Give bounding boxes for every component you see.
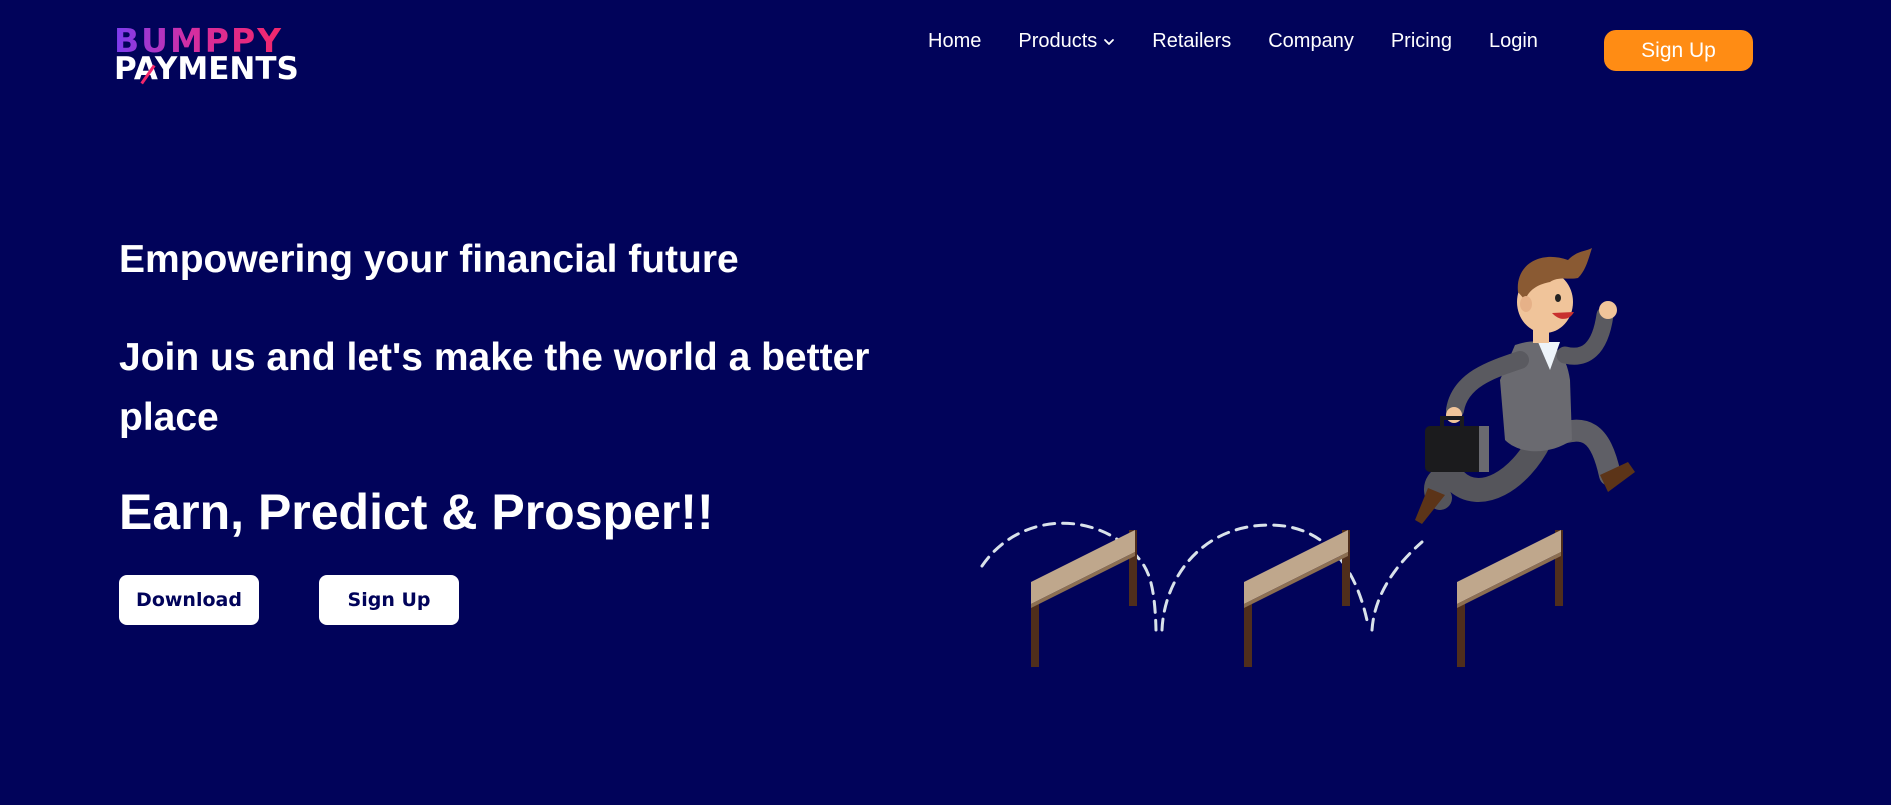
bumppy-payments-logo[interactable]: BUMPPY PAYMENTS: [114, 24, 314, 85]
nav-login-label: Login: [1488, 30, 1538, 52]
nav-pricing-label: Pricing: [1390, 30, 1452, 52]
hurdle-jumper-illustration: [980, 248, 1635, 667]
landing-page: BUMPPY PAYMENTS Home Products Retailers …: [0, 0, 1891, 805]
nav-retailers[interactable]: Retailers: [1152, 30, 1231, 53]
nav-company-label: Company: [1268, 30, 1354, 52]
chevron-down-icon: [1104, 38, 1115, 45]
nav-home-label: Home: [928, 30, 982, 52]
nav-retailers-label: Retailers: [1152, 30, 1232, 52]
hero-subtitle-line2: place: [119, 396, 219, 439]
nav-products-label: Products: [1018, 30, 1098, 52]
nav-pricing[interactable]: Pricing: [1391, 30, 1452, 53]
nav-signup-button[interactable]: Sign Up: [1604, 30, 1753, 71]
hero-subtitle-line1: Join us and let's make the world a bette…: [119, 336, 870, 379]
hero-headline: Earn, Predict & Prosper!!: [119, 484, 714, 540]
main-nav: Home Products Retailers Company Pricing …: [928, 30, 1575, 53]
hero-tagline: Empowering your financial future: [119, 238, 739, 281]
nav-company[interactable]: Company: [1268, 30, 1354, 53]
nav-products[interactable]: Products: [1018, 30, 1115, 53]
nav-home[interactable]: Home: [928, 30, 981, 53]
nav-login[interactable]: Login: [1489, 30, 1538, 53]
hurdle: [1031, 530, 1137, 667]
hero-signup-button[interactable]: Sign Up: [319, 575, 459, 625]
businessman-figure: [1415, 248, 1635, 524]
hurdle: [1244, 530, 1350, 667]
download-button[interactable]: Download: [119, 575, 259, 625]
hurdle: [1457, 530, 1563, 667]
